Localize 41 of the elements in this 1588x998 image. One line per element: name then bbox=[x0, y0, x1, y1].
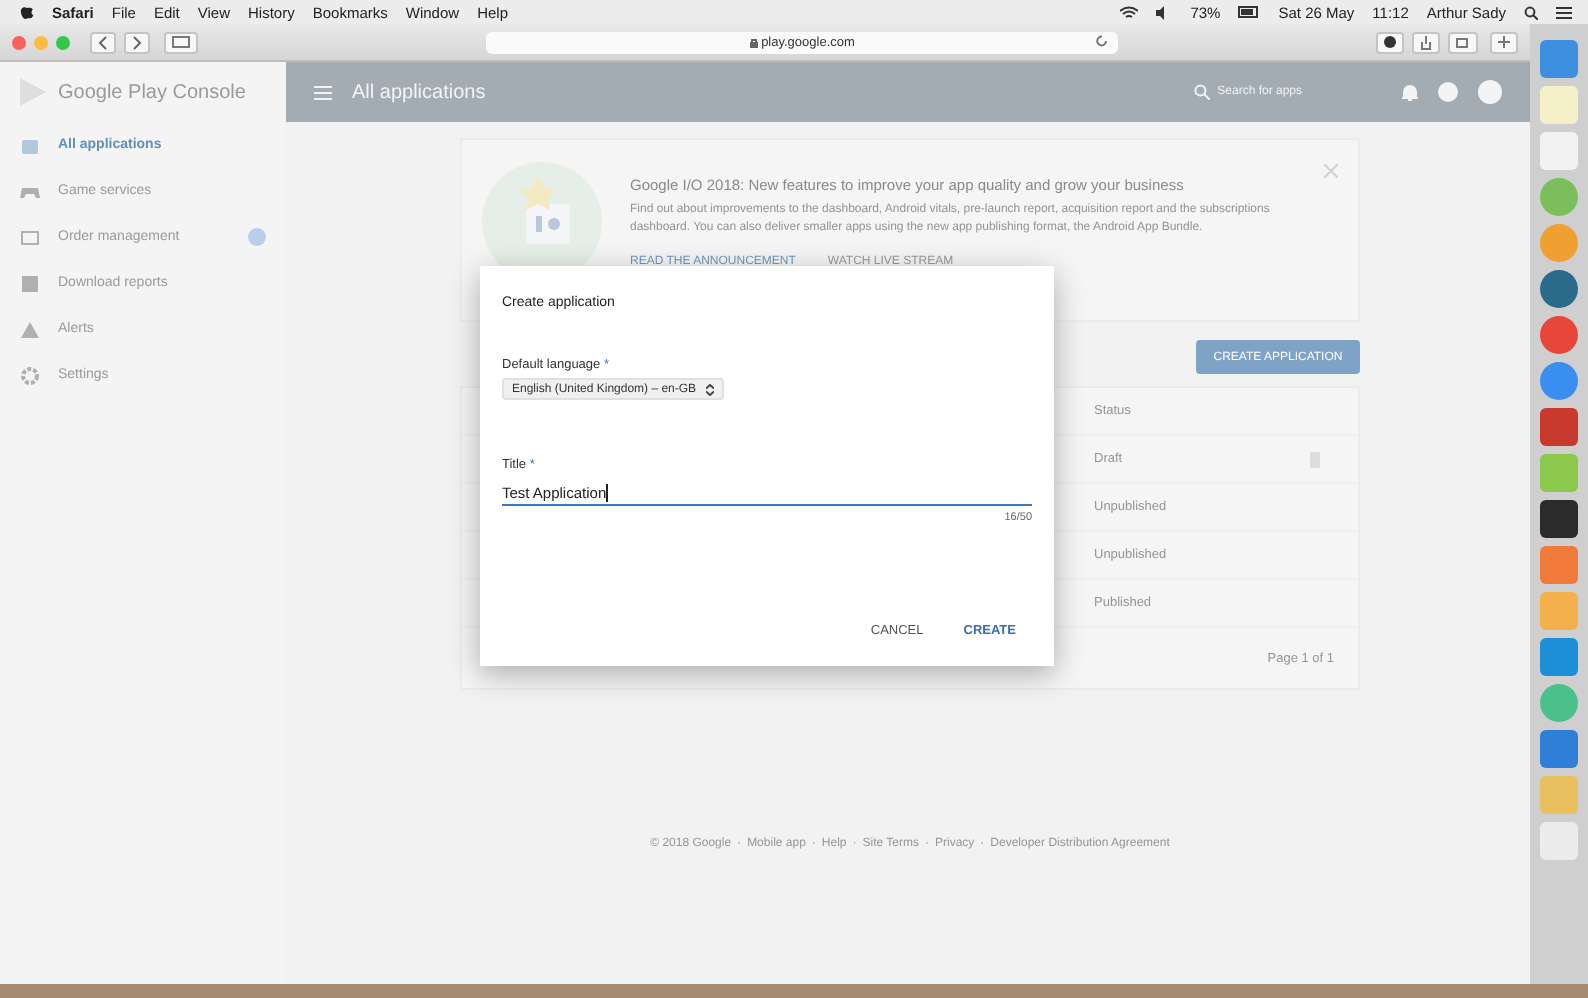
close-icon[interactable] bbox=[12, 35, 26, 49]
plus-icon bbox=[1498, 36, 1510, 48]
reload-icon[interactable] bbox=[1096, 33, 1108, 47]
sidebar-button[interactable] bbox=[164, 31, 198, 53]
tabs-icon bbox=[1456, 36, 1470, 48]
list-icon[interactable] bbox=[1556, 5, 1572, 19]
dock-app-icon[interactable] bbox=[1540, 362, 1578, 400]
close-icon[interactable] bbox=[1324, 164, 1338, 178]
tabs-button[interactable] bbox=[1448, 31, 1478, 53]
page-title: All applications bbox=[352, 81, 486, 103]
search-icon bbox=[1193, 84, 1210, 100]
trash-icon[interactable] bbox=[1310, 451, 1320, 467]
avatar[interactable] bbox=[1478, 80, 1502, 104]
back-button[interactable] bbox=[90, 31, 116, 53]
download-button[interactable] bbox=[1376, 31, 1404, 53]
warning-icon bbox=[20, 319, 40, 339]
brand-name: Google Play Console bbox=[58, 81, 246, 103]
share-icon bbox=[1420, 35, 1432, 49]
share-button[interactable] bbox=[1412, 31, 1440, 53]
apps-icon bbox=[20, 135, 40, 155]
apple-logo-icon[interactable] bbox=[20, 4, 34, 20]
search-icon[interactable] bbox=[1524, 5, 1538, 19]
wifi-icon[interactable] bbox=[1120, 5, 1139, 19]
up-down-arrows-icon bbox=[706, 383, 715, 395]
dock-app-icon[interactable] bbox=[1540, 270, 1578, 308]
dock-app-icon[interactable] bbox=[1540, 408, 1578, 446]
maximize-icon[interactable] bbox=[56, 35, 70, 49]
dock-app-icon[interactable] bbox=[1540, 316, 1578, 354]
forward-button[interactable] bbox=[124, 31, 150, 53]
lock-icon bbox=[749, 37, 758, 47]
settings-icon bbox=[20, 365, 40, 385]
chevron-right-icon bbox=[132, 35, 142, 49]
sidebar-icon bbox=[172, 36, 190, 48]
menu-icon[interactable] bbox=[314, 85, 332, 99]
dock-app-icon[interactable] bbox=[1540, 500, 1578, 538]
chevron-left-icon bbox=[98, 35, 108, 49]
new-tab-button[interactable] bbox=[1490, 31, 1518, 53]
minimize-icon[interactable] bbox=[34, 35, 48, 49]
notification-bell-icon[interactable] bbox=[1402, 83, 1418, 101]
battery-icon[interactable] bbox=[1238, 6, 1261, 18]
card-icon bbox=[20, 227, 40, 247]
